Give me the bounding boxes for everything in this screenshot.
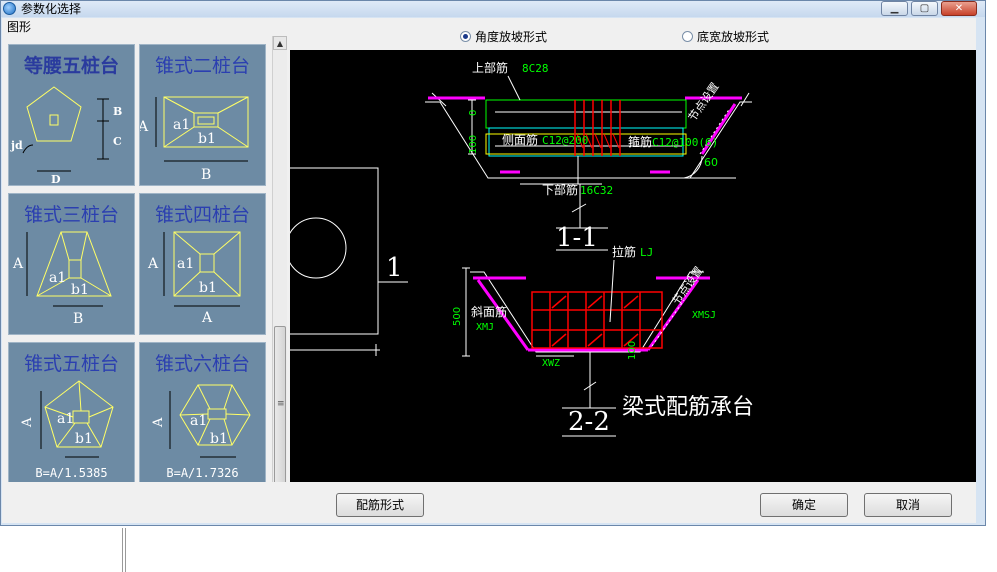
drawing-svg: 1 上部筋 8C28 侧面筋 C12@200 箍筋 C12@100(6) 下部筋…: [290, 60, 754, 437]
thumb-drawing: A a1 b1: [20, 380, 114, 458]
thumb-title: 锥式五桩台: [23, 353, 119, 375]
thumb-cone-four-pile[interactable]: 锥式四桩台 A a1 b1 A: [139, 193, 266, 335]
label-slope-stirrup: XMSJ: [692, 310, 716, 321]
thumb-cone-five-pile[interactable]: 锥式五桩台 A a1 b1 B=A/1.5385: [8, 342, 135, 484]
radio-dot: [682, 31, 693, 42]
radio-angle-slope[interactable]: 角度放坡形式: [460, 28, 547, 45]
thumb-title: 锥式四桩台: [154, 204, 250, 226]
thumb-label: A: [201, 310, 213, 326]
scroll-thumb[interactable]: ≡: [274, 326, 286, 486]
thumb-drawing: A a1 b1: [151, 384, 251, 458]
thumb-label: A: [151, 417, 166, 428]
thumb-formula: B=A/1.7326: [166, 466, 239, 480]
label-top-rebar: 上部筋: [472, 60, 508, 75]
thumb-label: B: [201, 167, 211, 183]
thumb-label: A: [147, 256, 159, 272]
thumb-label: b1: [198, 131, 216, 147]
label-top-rebar-value: 8C28: [522, 62, 549, 75]
thumb-drawing: A a1 b1 B: [12, 231, 112, 327]
label-xwz: XWZ: [542, 358, 560, 369]
thumb-label: A: [140, 119, 149, 135]
client-area: 图形 等腰五桩台 B C jd D 锥式二桩台 A a1 b1 B 锥式三桩台 …: [2, 18, 976, 523]
label-side-rebar-value: C12@200: [542, 134, 588, 147]
caption-beam-cap: 梁式配筋承台: [622, 395, 754, 420]
minimize-button[interactable]: ▁: [881, 1, 908, 16]
section-label-2-2: 2-2: [568, 407, 610, 437]
thumb-isosceles-five-pile[interactable]: 等腰五桩台 B C jd D: [8, 44, 135, 186]
label-stirrup: 箍筋: [628, 134, 652, 149]
cancel-button[interactable]: 取消: [864, 493, 952, 517]
window-title: 参数化选择: [21, 2, 82, 16]
label-side-rebar: 侧面筋: [502, 132, 538, 147]
thumb-cone-two-pile[interactable]: 锥式二桩台 A a1 b1 B: [139, 44, 266, 186]
section-label-1-1: 1-1: [556, 223, 598, 253]
thumb-label: B: [113, 105, 122, 118]
button-bar: 配筋形式 确定 取消: [2, 482, 976, 522]
thumb-drawing: A a1 b1 B: [140, 96, 249, 183]
background-divider: [122, 528, 126, 572]
maximize-button[interactable]: ▢: [911, 1, 938, 16]
preview-canvas: 1 上部筋 8C28 侧面筋 C12@200 箍筋 C12@100(6) 下部筋…: [290, 50, 976, 484]
thumb-formula: B=A/1.5385: [35, 466, 108, 480]
thumbnail-list: 等腰五桩台 B C jd D 锥式二桩台 A a1 b1 B 锥式三桩台 A a…: [4, 36, 272, 498]
title-bar[interactable]: 参数化选择 ▁ ▢ ✕: [1, 1, 985, 17]
label-dim-0: 0: [468, 110, 479, 116]
thumb-label: b1: [75, 431, 93, 447]
label-depth: 500: [452, 307, 463, 326]
close-button[interactable]: ✕: [941, 1, 977, 16]
scroll-up-arrow[interactable]: ▲: [273, 36, 287, 50]
thumb-drawing: B C jd D: [10, 86, 122, 185]
thumb-label: C: [113, 135, 122, 148]
label-bottom-rebar-value: 16C32: [580, 184, 613, 197]
label-node-setting: 节点设置: [686, 80, 722, 123]
app-icon: [3, 2, 16, 15]
thumb-label: jd: [10, 139, 23, 152]
thumb-label: b1: [199, 280, 217, 296]
radio-dot-checked: [460, 31, 471, 42]
section-label-1: 1: [386, 253, 403, 283]
thumb-title: 等腰五桩台: [23, 55, 119, 77]
thumb-title: 锥式六桩台: [154, 353, 250, 375]
thumb-label: a1: [173, 117, 190, 133]
thumb-label: a1: [49, 270, 66, 286]
label-stirrup-value: C12@100(6): [652, 136, 718, 149]
label-dim-100b: 100: [627, 341, 638, 360]
radio-label: 底宽放坡形式: [697, 30, 770, 44]
radio-width-slope[interactable]: 底宽放坡形式: [682, 28, 769, 45]
label-tie-bar-value: LJ: [640, 246, 653, 259]
thumb-label: b1: [71, 282, 89, 298]
label-slope-rebar-value: XMJ: [476, 322, 494, 333]
thumb-label: a1: [57, 411, 74, 427]
thumb-label: b1: [210, 431, 228, 447]
slope-mode-group: 角度放坡形式 底宽放坡形式: [290, 26, 976, 48]
thumb-cone-six-pile[interactable]: 锥式六桩台 A a1 b1 B=A/1.7326: [139, 342, 266, 484]
label-angle: 60: [704, 156, 718, 169]
thumb-title: 锥式三桩台: [23, 204, 119, 226]
thumb-label: a1: [177, 256, 194, 272]
thumb-drawing: A a1 b1 A: [147, 231, 241, 326]
ok-button[interactable]: 确定: [760, 493, 848, 517]
thumb-label: B: [73, 311, 83, 327]
grip-icon: ≡: [277, 399, 285, 409]
thumb-cone-three-pile[interactable]: 锥式三桩台 A a1 b1 B: [8, 193, 135, 335]
rebar-form-button[interactable]: 配筋形式: [336, 493, 424, 517]
label-dim-100: 100: [468, 135, 479, 154]
thumb-title: 锥式二桩台: [154, 55, 250, 77]
radio-label: 角度放坡形式: [475, 30, 548, 44]
thumb-label: D: [51, 173, 61, 185]
label-node-setting-2: 节点设置: [670, 264, 706, 307]
label-tie-bar: 拉筋: [612, 244, 636, 259]
label-slope-rebar: 斜面筋: [471, 304, 507, 319]
dialog-window: 参数化选择 ▁ ▢ ✕ 图形 等腰五桩台 B C jd D 锥式二桩台 A a1…: [0, 0, 986, 526]
thumbnail-scrollbar[interactable]: ▲ ≡ ▼: [272, 36, 287, 499]
shapes-label: 图形: [7, 20, 32, 34]
thumb-label: A: [12, 256, 24, 272]
thumb-label: a1: [190, 413, 207, 429]
thumb-label: A: [20, 417, 35, 428]
